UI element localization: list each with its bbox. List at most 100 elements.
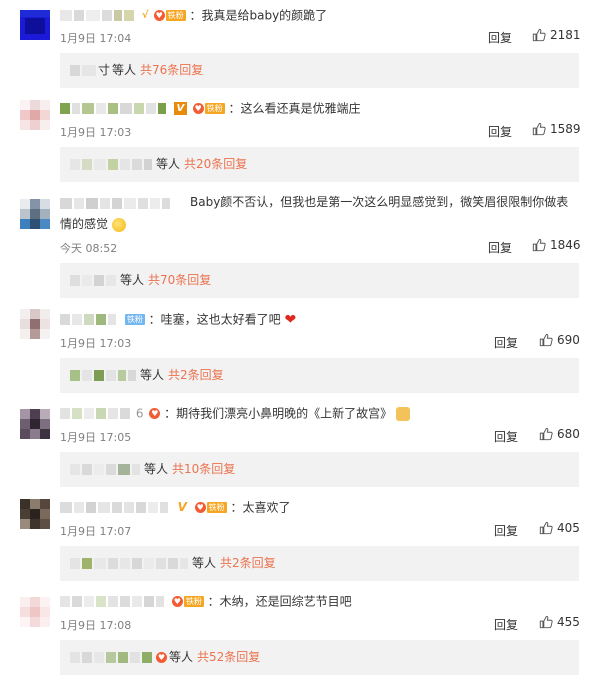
thumbs-up-emoji-icon — [395, 406, 410, 421]
sub-reply-count[interactable]: 共52条回复 — [197, 640, 260, 675]
verified-v-icon: V — [177, 500, 187, 514]
comment-text: ：哇塞，这也太好看了吧 — [148, 312, 281, 327]
sub-replies-bar[interactable]: 等人 共2条回复 — [60, 546, 579, 581]
thumbs-up-icon — [539, 615, 553, 629]
fan-badge-label: 铁粉 — [204, 103, 225, 114]
like-button[interactable]: 680 — [539, 427, 580, 441]
fan-level-icon: ♥ — [171, 596, 183, 607]
verified-v-icon: √ — [141, 10, 149, 21]
fan-badge[interactable]: ♥ 铁粉 — [153, 9, 186, 22]
fan-badge-label: 铁粉 — [165, 10, 186, 21]
like-button[interactable]: 1846 — [532, 238, 581, 252]
comment-time: 1月9日 17:03 — [60, 126, 132, 139]
username[interactable] — [60, 405, 132, 423]
fan-badge[interactable]: ♥ 铁粉 — [194, 501, 227, 514]
thumbs-up-icon — [532, 238, 546, 252]
fan-badge-label: 铁粉 — [206, 502, 227, 513]
sub-replies-bar[interactable]: 等人 共70条回复 — [60, 263, 579, 298]
sub-reply-who: 等人 — [120, 273, 145, 287]
comment-time: 今天 08:52 — [60, 242, 118, 255]
comment-text-line1: Baby颜不否认，但我也是第一次这么明显感觉到，微笑眉很限制你做表 — [190, 195, 569, 209]
like-button[interactable]: 2181 — [532, 28, 581, 42]
username[interactable] — [60, 7, 136, 25]
comment-time: 1月9日 17:03 — [60, 337, 132, 350]
sub-replies-bar[interactable]: 等人 共10条回复 — [60, 452, 579, 487]
username[interactable] — [60, 593, 166, 611]
like-count: 1846 — [550, 238, 581, 252]
sub-reply-count[interactable]: 共76条回复 — [140, 53, 203, 88]
thumbs-up-icon — [539, 521, 553, 535]
avatar[interactable] — [20, 199, 50, 229]
fan-level-icon: ♥ — [153, 10, 165, 21]
fan-badge-label: 铁粉 — [183, 596, 204, 607]
like-button[interactable]: 405 — [539, 521, 580, 535]
thumbs-up-icon — [532, 122, 546, 136]
sub-reply-count[interactable]: 共10条回复 — [172, 452, 235, 487]
like-button[interactable]: 455 — [539, 615, 580, 629]
username[interactable] — [60, 100, 168, 118]
fan-level-icon: ♥ — [192, 103, 204, 114]
username[interactable] — [60, 311, 118, 329]
fan-level-icon: ♥ — [194, 502, 206, 513]
reply-button[interactable]: 回复 — [494, 522, 518, 539]
sub-replies-bar[interactable]: ♥ 等人 共52条回复 — [60, 640, 579, 675]
sub-replies-bar[interactable]: 等人 共20条回复 — [60, 147, 579, 182]
like-count: 455 — [557, 615, 580, 629]
fan-level-icon: ♥ — [149, 408, 161, 419]
fan-badge-label: 铁粉 — [124, 314, 145, 325]
like-count: 1589 — [550, 122, 581, 136]
sub-reply-who: 等人 — [144, 462, 169, 476]
reply-button[interactable]: 回复 — [488, 123, 512, 140]
fan-level-icon: ♥ — [156, 652, 167, 663]
reply-button[interactable]: 回复 — [494, 334, 518, 351]
avatar[interactable] — [20, 100, 50, 130]
comment-text: ：期待我们漂亮小鼻明晚的《上新了故宫》 — [164, 406, 393, 421]
reply-button[interactable]: 回复 — [494, 616, 518, 633]
reply-button[interactable]: 回复 — [488, 29, 512, 46]
sub-reply-who: 等人 — [112, 63, 137, 77]
username-suffix: 6 — [135, 406, 144, 421]
comment-text: ：这么看还真是优雅端庄 — [228, 101, 361, 116]
avatar[interactable] — [20, 499, 50, 529]
laugh-cry-emoji-icon — [111, 217, 126, 232]
sub-reply-who: 等人 — [192, 556, 217, 570]
reply-button[interactable]: 回复 — [488, 239, 512, 256]
username[interactable] — [60, 195, 172, 213]
fan-badge[interactable]: 铁粉 — [124, 313, 145, 326]
like-button[interactable]: 690 — [539, 333, 580, 347]
fan-badge[interactable]: ♥ 铁粉 — [171, 595, 204, 608]
verified-v-icon: V — [173, 102, 187, 115]
like-count: 2181 — [550, 28, 581, 42]
sub-replies-bar[interactable]: 等人 共2条回复 — [60, 358, 579, 393]
comment-time: 1月9日 17:08 — [60, 619, 132, 632]
avatar[interactable] — [20, 597, 50, 627]
comment-text-line2: 情的感觉 — [60, 217, 109, 231]
sub-reply-count[interactable]: 共2条回复 — [220, 546, 276, 581]
sub-reply-who: 等人 — [169, 650, 194, 664]
fan-badge[interactable]: ♥ — [149, 407, 161, 420]
avatar[interactable] — [20, 309, 50, 339]
username[interactable] — [60, 499, 170, 517]
reply-button[interactable]: 回复 — [494, 428, 518, 445]
like-button[interactable]: 1589 — [532, 122, 581, 136]
comment-text: ：木纳，还是回综艺节目吧 — [207, 594, 352, 609]
sub-reply-count[interactable]: 共20条回复 — [184, 147, 247, 182]
comment-text: ：我真是给baby的颜跪了 — [189, 8, 328, 23]
fan-badge[interactable]: ♥ 铁粉 — [192, 102, 225, 115]
sub-reply-who: 等人 — [156, 157, 181, 171]
sub-reply-count[interactable]: 共2条回复 — [168, 358, 224, 393]
avatar[interactable] — [20, 409, 50, 439]
sub-reply-count[interactable]: 共70条回复 — [148, 263, 211, 298]
avatar[interactable] — [20, 10, 50, 40]
comment-time: 1月9日 17:05 — [60, 431, 132, 444]
like-count: 405 — [557, 521, 580, 535]
thumbs-up-icon — [539, 333, 553, 347]
comment-time: 1月9日 17:04 — [60, 32, 132, 45]
comment-text: ：太喜欢了 — [230, 500, 291, 515]
like-count: 680 — [557, 427, 580, 441]
sub-reply-who: 等人 — [140, 368, 165, 382]
like-count: 690 — [557, 333, 580, 347]
thumbs-up-icon — [532, 28, 546, 42]
sub-replies-bar[interactable]: 寸 等人 共76条回复 — [60, 53, 579, 88]
thumbs-up-icon — [539, 427, 553, 441]
